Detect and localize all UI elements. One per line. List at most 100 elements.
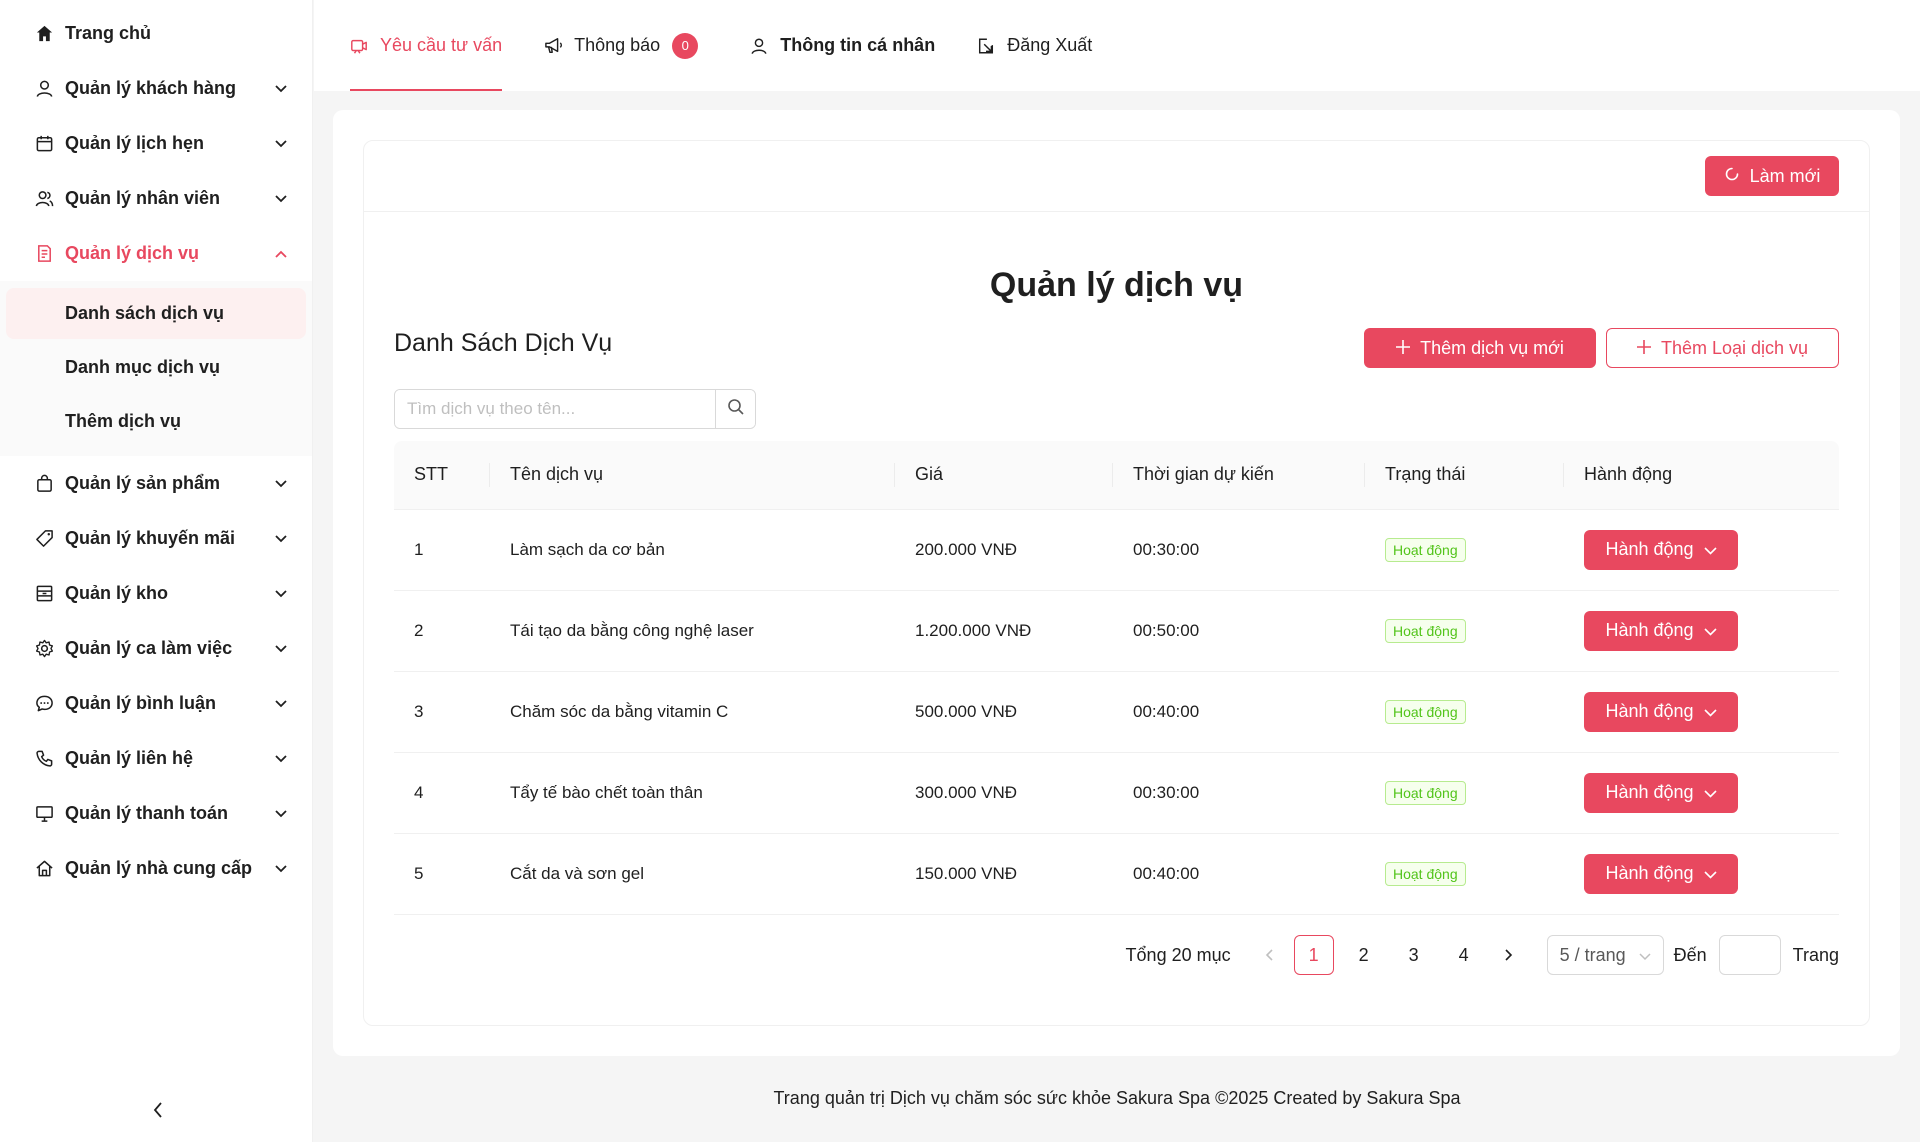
chevron-left-icon	[1265, 945, 1273, 966]
status-badge: Hoạt động	[1385, 618, 1466, 643]
prev-page-button[interactable]	[1249, 935, 1289, 975]
search-icon	[727, 398, 745, 421]
status-badge: Hoạt động	[1385, 537, 1466, 562]
action-dropdown-button[interactable]: Hành động	[1584, 853, 1738, 894]
chevron-down-icon	[274, 697, 288, 711]
user-icon	[33, 78, 55, 100]
sidebar-subitem-service-categories[interactable]: Danh mục dịch vụ	[6, 342, 306, 393]
home-icon	[33, 23, 55, 45]
action-dropdown-button[interactable]: Hành động	[1584, 529, 1738, 570]
cell-action: Hành động	[1564, 509, 1839, 591]
card-header: Làm mới	[364, 141, 1869, 212]
sidebar-item-products[interactable]: Quản lý sản phẩm	[0, 456, 312, 511]
page-jumper: Đến Trang	[1674, 935, 1839, 975]
action-label: Hành động	[1605, 620, 1694, 640]
next-page-button[interactable]	[1489, 935, 1529, 975]
page-number[interactable]: 4	[1444, 935, 1484, 975]
plus-icon	[1636, 338, 1651, 359]
sidebar-item-staff[interactable]: Quản lý nhân viên	[0, 171, 312, 226]
cell-status: Hoạt động	[1365, 671, 1564, 753]
sidebar-item-warehouse[interactable]: Quản lý kho	[0, 566, 312, 621]
tab-consult-requests[interactable]: Yêu cầu tư vấn	[332, 0, 520, 91]
cell-action: Hành động	[1564, 833, 1839, 915]
cell-name: Làm sạch da cơ bản	[490, 509, 895, 591]
sidebar-item-promotions[interactable]: Quản lý khuyến mãi	[0, 511, 312, 566]
page-number[interactable]: 1	[1293, 935, 1334, 975]
sidebar-item-home[interactable]: Trang chủ	[0, 6, 312, 61]
sidebar-item-comments[interactable]: Quản lý bình luận	[0, 676, 312, 731]
sidebar-item-services[interactable]: Quản lý dịch vụ	[0, 226, 312, 281]
sidebar-item-appointments[interactable]: Quản lý lịch hẹn	[0, 116, 312, 171]
cell-price: 200.000 VNĐ	[895, 509, 1113, 591]
table-row: 5 Cắt da và sơn gel 150.000 VNĐ 00:40:00…	[394, 833, 1839, 915]
add-service-type-label: Thêm Loại dịch vụ	[1660, 337, 1809, 358]
refresh-icon	[1724, 166, 1740, 187]
warehouse-icon	[33, 583, 55, 605]
search-input[interactable]	[395, 390, 715, 428]
cell-price: 500.000 VNĐ	[895, 671, 1113, 753]
search-button[interactable]	[715, 390, 755, 428]
sidebar-item-payments[interactable]: Quản lý thanh toán	[0, 786, 312, 841]
chevron-down-icon	[1639, 945, 1651, 966]
goto-page-input[interactable]	[1718, 935, 1781, 975]
cell-name: Tái tạo da bằng công nghệ laser	[490, 590, 895, 672]
column-header-name: Tên dịch vụ	[490, 441, 895, 510]
tab-notifications[interactable]: Thông báo 0	[526, 0, 716, 91]
cell-status: Hoạt động	[1365, 752, 1564, 834]
cell-duration: 00:40:00	[1113, 833, 1365, 915]
pagination-total: Tổng 20 mục	[1125, 944, 1231, 965]
page-size-value: 5 / trang	[1559, 944, 1626, 965]
page-number[interactable]: 3	[1394, 935, 1434, 975]
add-service-button[interactable]: Thêm dịch vụ mới	[1364, 328, 1596, 368]
add-service-type-button[interactable]: Thêm Loại dịch vụ	[1606, 328, 1839, 368]
chevron-down-icon	[274, 192, 288, 206]
sidebar-item-label: Quản lý nhà cung cấp	[65, 858, 253, 878]
chevron-down-icon	[274, 752, 288, 766]
sidebar-item-suppliers[interactable]: Quản lý nhà cung cấp	[0, 841, 312, 896]
action-label: Hành động	[1605, 701, 1694, 721]
table-row: 3 Chăm sóc da bằng vitamin C 500.000 VNĐ…	[394, 671, 1839, 753]
sidebar-item-label: Quản lý nhân viên	[65, 188, 221, 208]
goto-label: Đến	[1673, 944, 1707, 965]
chevron-down-icon	[274, 807, 288, 821]
action-dropdown-button[interactable]: Hành động	[1584, 691, 1738, 732]
cell-price: 300.000 VNĐ	[895, 752, 1113, 834]
add-service-label: Thêm dịch vụ mới	[1420, 337, 1564, 358]
sidebar-item-label: Quản lý ca làm việc	[65, 638, 233, 658]
service-management-card: Làm mới Quản lý dịch vụ Danh Sách Dịch V…	[363, 140, 1870, 1026]
tab-logout[interactable]: Đăng Xuất	[959, 0, 1110, 91]
chevron-down-icon	[274, 82, 288, 96]
status-badge: Hoạt động	[1385, 780, 1466, 805]
table-row: 2 Tái tạo da bằng công nghệ laser 1.200.…	[394, 590, 1839, 672]
action-label: Hành động	[1605, 539, 1694, 559]
status-badge: Hoạt động	[1385, 699, 1466, 724]
sidebar-collapse-button[interactable]	[146, 1100, 170, 1124]
action-dropdown-button[interactable]: Hành động	[1584, 772, 1738, 813]
cell-stt: 3	[394, 671, 490, 753]
column-header-status: Trạng thái	[1365, 441, 1564, 510]
sidebar-item-customers[interactable]: Quản lý khách hàng	[0, 61, 312, 116]
cell-name: Chăm sóc da bằng vitamin C	[490, 671, 895, 753]
tag-icon	[33, 528, 55, 550]
cell-name: Cắt da và sơn gel	[490, 833, 895, 915]
sidebar-item-label: Quản lý dịch vụ	[65, 243, 200, 263]
cell-stt: 5	[394, 833, 490, 915]
page-number[interactable]: 2	[1344, 935, 1384, 975]
cell-stt: 1	[394, 509, 490, 591]
top-nav: Yêu cầu tư vấn Thông báo 0 Thông tin cá …	[314, 0, 1920, 91]
page-size-select[interactable]: 5 / trang	[1546, 935, 1664, 975]
calendar-icon	[33, 133, 55, 155]
tab-profile[interactable]: Thông tin cá nhân	[732, 0, 953, 91]
consult-icon	[350, 36, 370, 56]
sidebar-item-contacts[interactable]: Quản lý liên hệ	[0, 731, 312, 786]
sidebar-item-shifts[interactable]: Quản lý ca làm việc	[0, 621, 312, 676]
action-label: Hành động	[1605, 863, 1694, 883]
sidebar-submenu: Danh sách dịch vụ Danh mục dịch vụ Thêm …	[0, 281, 312, 456]
sidebar-subitem-service-list[interactable]: Danh sách dịch vụ	[6, 288, 306, 339]
sidebar-subitem-add-service[interactable]: Thêm dịch vụ	[6, 396, 306, 447]
pagination: Tổng 20 mục 1 2 3 4 5 / trang Đến Trang	[1126, 935, 1839, 975]
cell-status: Hoạt động	[1365, 509, 1564, 591]
action-dropdown-button[interactable]: Hành động	[1584, 610, 1738, 651]
refresh-button[interactable]: Làm mới	[1705, 156, 1839, 196]
phone-icon	[33, 748, 55, 770]
